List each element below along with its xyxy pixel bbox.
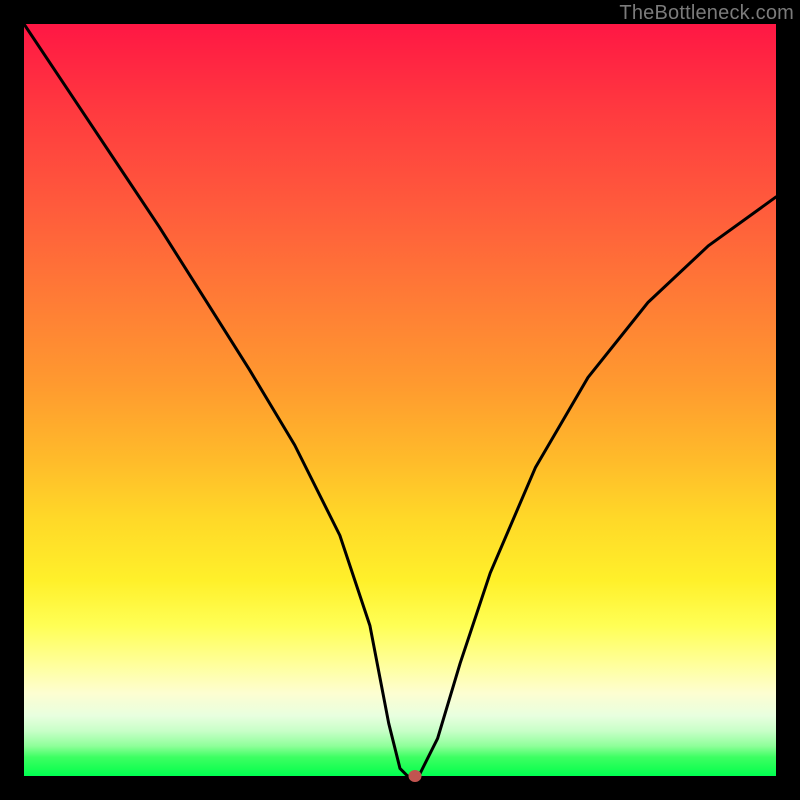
optimum-marker [409, 770, 422, 782]
curve-svg [24, 24, 776, 776]
chart-frame: TheBottleneck.com [0, 0, 800, 800]
plot-area [24, 24, 776, 776]
watermark-text: TheBottleneck.com [619, 2, 794, 25]
bottleneck-curve [24, 24, 776, 776]
